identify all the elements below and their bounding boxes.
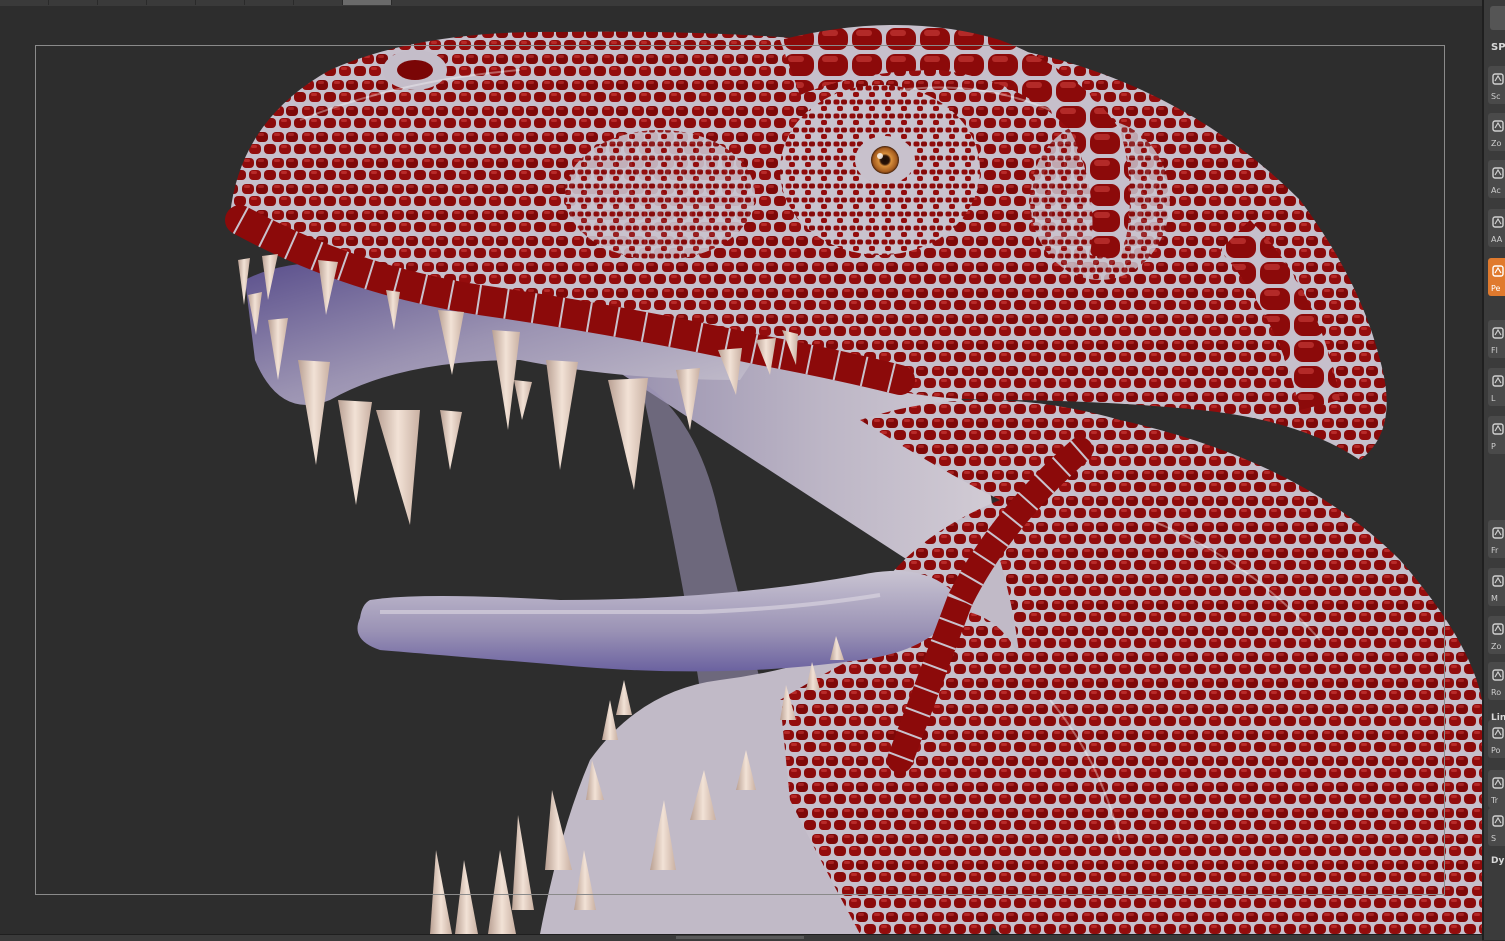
shelf-button-pe[interactable]: Pe xyxy=(1488,258,1505,296)
shelf-button-label: P xyxy=(1491,442,1496,451)
shelf-button-label: AA xyxy=(1491,235,1503,244)
shelf-top-thumb[interactable] xyxy=(1490,6,1505,30)
shelf-button-m[interactable]: M xyxy=(1488,568,1505,606)
local-icon xyxy=(1492,375,1504,387)
right-shelf: SP Sc Zo Ac AA Pe Fl L P Fr M Zo Ro Po Tr S Lin Dy xyxy=(1482,0,1505,940)
tab-active[interactable] xyxy=(343,0,392,5)
aahalf-icon xyxy=(1492,216,1504,228)
shelf-button-label: Po xyxy=(1491,746,1501,755)
lsym-icon xyxy=(1492,423,1504,435)
tab[interactable] xyxy=(294,0,343,5)
shelf-button-label: Sc xyxy=(1491,92,1501,101)
actual-size-icon xyxy=(1492,167,1504,179)
shelf-button-label: S xyxy=(1491,834,1497,843)
floor-icon xyxy=(1492,327,1504,339)
hand-icon xyxy=(1492,73,1504,85)
rotate-icon xyxy=(1492,669,1504,681)
tray-grip-handle[interactable] xyxy=(676,936,804,939)
shelf-button-ac[interactable]: Ac xyxy=(1488,160,1505,198)
zoom3d-icon xyxy=(1492,623,1504,635)
shelf-button-sc[interactable]: Sc xyxy=(1488,66,1505,104)
sculpt-canvas[interactable] xyxy=(0,6,1482,934)
group-label-lines: Lin xyxy=(1491,713,1505,723)
tab[interactable] xyxy=(98,0,147,5)
shelf-button-fl[interactable]: Fl xyxy=(1488,320,1505,358)
solo-icon xyxy=(1492,815,1504,827)
shelf-button-p[interactable]: P xyxy=(1488,416,1505,454)
shelf-button-label: M xyxy=(1491,594,1498,603)
shelf-button-label: Zo xyxy=(1491,139,1502,148)
tab[interactable] xyxy=(147,0,196,5)
shelf-button-ro[interactable]: Ro xyxy=(1488,662,1505,700)
shelf-button-tr[interactable]: Tr xyxy=(1488,770,1505,808)
shelf-button-zo[interactable]: Zo xyxy=(1488,113,1505,151)
move-icon xyxy=(1492,575,1504,587)
shelf-button-label: Fr xyxy=(1491,546,1499,555)
shelf-button-fr[interactable]: Fr xyxy=(1488,520,1505,558)
tab[interactable] xyxy=(0,0,49,5)
tab[interactable] xyxy=(196,0,245,5)
shelf-button-label: Fl xyxy=(1491,346,1498,355)
shelf-button-zo[interactable]: Zo xyxy=(1488,616,1505,654)
tab[interactable] xyxy=(49,0,98,5)
shelf-button-label: Pe xyxy=(1491,284,1501,293)
frame-icon xyxy=(1492,527,1504,539)
shelf-button-label: L xyxy=(1491,394,1496,403)
tab[interactable] xyxy=(245,0,294,5)
shelf-button-label: Zo xyxy=(1491,642,1502,651)
trex-sculpt-model xyxy=(225,25,1482,934)
shelf-button-label: Tr xyxy=(1491,796,1498,805)
shelf-button-l[interactable]: L xyxy=(1488,368,1505,406)
persp-icon xyxy=(1492,265,1504,277)
shelf-button-aa[interactable]: AA xyxy=(1488,209,1505,247)
shelf-button-label: Ro xyxy=(1491,688,1502,697)
polyframe-icon xyxy=(1492,727,1504,739)
shelf-button-label: Ac xyxy=(1491,186,1501,195)
group-label-dynamic: Dy xyxy=(1491,856,1505,866)
transp-icon xyxy=(1492,777,1504,789)
shelf-button-po[interactable]: Po xyxy=(1488,720,1505,758)
magnifier-icon xyxy=(1492,120,1504,132)
shelf-top-label: SP xyxy=(1491,42,1505,53)
shelf-button-s[interactable]: S xyxy=(1488,808,1505,846)
